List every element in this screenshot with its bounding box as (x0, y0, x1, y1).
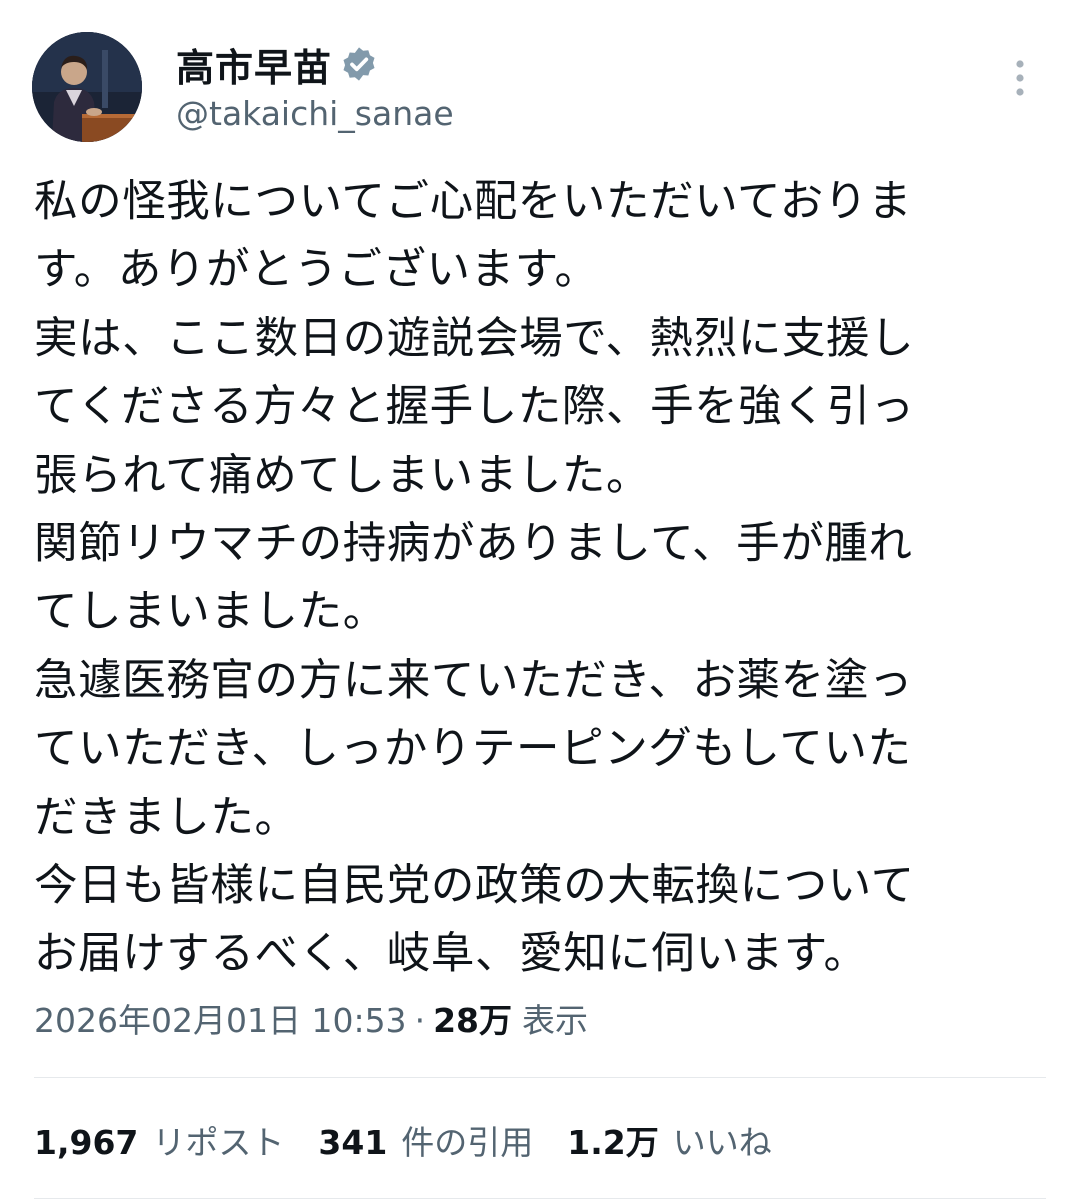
post-header: 高市早苗 @takaichi_sanae (32, 32, 1048, 144)
post-text-line: 今日も皆様に自民党の政策の大転換について (34, 860, 915, 911)
post-text-line: てくださる方々と握手した際、手を強く引っ (34, 382, 915, 433)
post-meta: 2026年02月01日 10:53 · 28万 表示 (34, 994, 588, 1042)
post-text-line: 実は、ここ数日の遊説会場で、熱烈に支援し (34, 313, 915, 364)
divider (34, 1198, 1046, 1199)
profile-photo (32, 32, 142, 142)
more-options-button[interactable] (1000, 58, 1040, 98)
post-text-line: だきました。 (34, 792, 299, 843)
reposts-stat[interactable]: 1,967 リポスト (34, 1116, 284, 1164)
post-text-line: す。ありがとうございます。 (34, 245, 599, 296)
post-text-line: お届けするべく、岐阜、愛知に伺います。 (34, 929, 868, 980)
divider (34, 1077, 1046, 1078)
likes-label: いいね (672, 1123, 772, 1162)
views-label: 表示 (522, 1001, 588, 1040)
reposts-label: リポスト (152, 1123, 285, 1162)
more-vertical-icon (1016, 60, 1024, 96)
reposts-count: 1,967 (34, 1123, 139, 1162)
post-text-line: 張られて痛めてしまいました。 (34, 450, 651, 501)
quotes-stat[interactable]: 341 件の引用 (318, 1116, 533, 1164)
views-count: 28万 (433, 1001, 512, 1040)
post-text-line: ていただき、しっかりテーピングもしていた (34, 724, 912, 775)
likes-stat[interactable]: 1.2万 いいね (567, 1116, 771, 1164)
post-timestamp[interactable]: 2026年02月01日 10:53 (34, 994, 407, 1042)
post-text: 私の怪我についてご心配をいただいておりま す。ありがとうございます。 実は、ここ… (34, 168, 1046, 989)
quotes-label: 件の引用 (401, 1123, 534, 1162)
post-text-line: 私の怪我についてご心配をいただいておりま (34, 177, 913, 227)
quotes-count: 341 (318, 1123, 388, 1162)
display-name[interactable]: 高市早苗 (176, 37, 332, 92)
post-text-line: てしまいました。 (34, 587, 387, 638)
post-text-line: 関節リウマチの持病がありまして、手が腫れ (34, 518, 913, 569)
verified-badge-icon (340, 45, 378, 83)
meta-separator: · (414, 1001, 426, 1040)
engagement-stats: 1,967 リポスト 341 件の引用 1.2万 いいね (34, 1116, 806, 1164)
avatar[interactable] (32, 32, 142, 142)
handle[interactable]: @takaichi_sanae (176, 94, 454, 133)
post-text-line: 急遽医務官の方に来ていただき、お薬を塗っ (34, 655, 913, 706)
likes-count: 1.2万 (567, 1123, 659, 1162)
